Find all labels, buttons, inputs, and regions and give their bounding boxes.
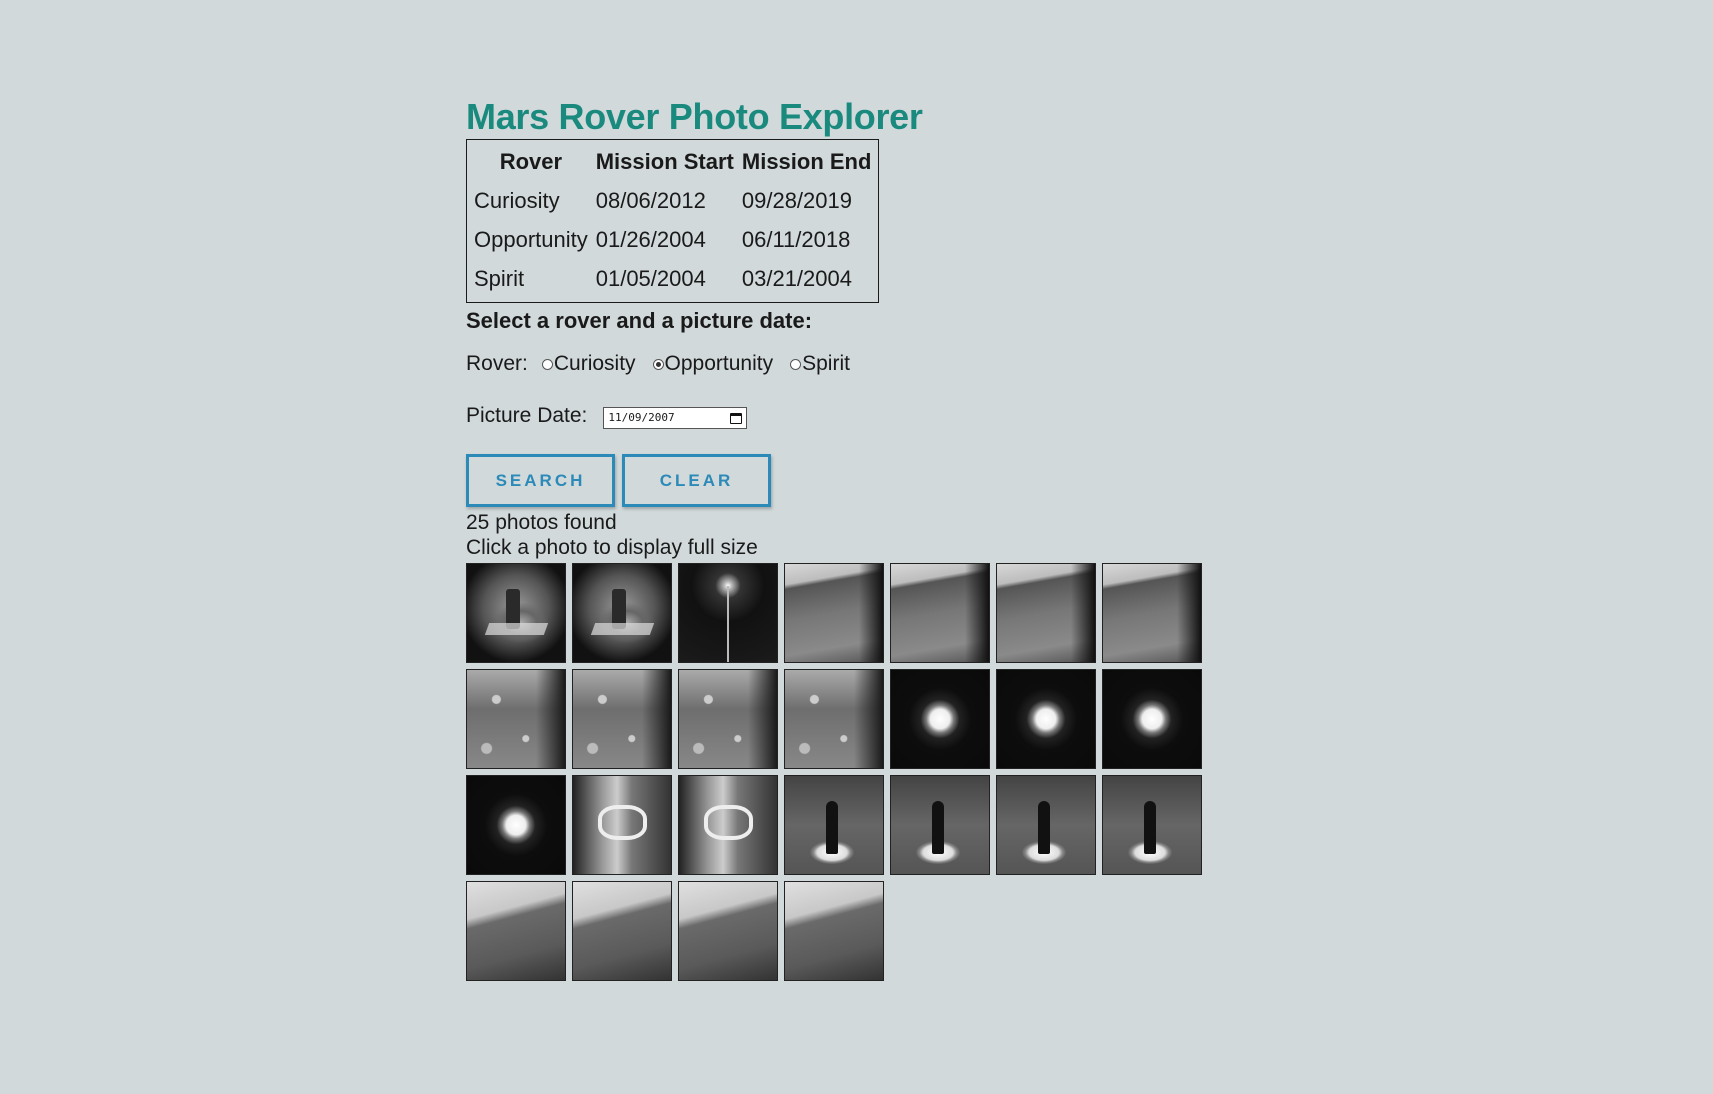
photo-thumbnail[interactable]: [1102, 563, 1202, 663]
mission-end-cell: 03/21/2004: [741, 265, 852, 291]
rover-option-spirit[interactable]: Spirit: [790, 351, 850, 377]
mission-start-cell: 01/26/2004: [595, 226, 706, 252]
photo-thumbnail[interactable]: [572, 881, 672, 981]
photo-thumbnail[interactable]: [784, 563, 884, 663]
date-value: 11/09/2007: [608, 411, 675, 424]
photo-thumbnail[interactable]: [890, 563, 990, 663]
mission-dates-table: Rover Mission Start Mission End Curiosit…: [466, 139, 880, 303]
table-row: Opportunity 01/26/2004 06/11/2018: [473, 220, 872, 259]
clear-button[interactable]: CLEAR: [622, 454, 771, 507]
photo-thumbnail[interactable]: [572, 563, 672, 663]
photo-thumbnail[interactable]: [890, 775, 990, 875]
photo-thumbnail[interactable]: [784, 775, 884, 875]
rover-option-label: Spirit: [802, 352, 850, 375]
form-prompt: Select a rover and a picture date:: [466, 308, 813, 333]
mission-start-cell: 08/06/2012: [595, 187, 706, 213]
radio-curiosity[interactable]: [541, 358, 553, 370]
photo-thumbnail[interactable]: [784, 669, 884, 769]
column-header-rover: Rover: [499, 148, 563, 174]
table-row: Curiosity 08/06/2012 09/28/2019: [473, 181, 872, 220]
rover-selector: Rover: Curiosity Opportunity Spirit: [466, 351, 1226, 377]
photo-thumbnail[interactable]: [466, 881, 566, 981]
photo-hint: Click a photo to display full size: [466, 536, 758, 559]
rover-name-cell: Opportunity: [474, 226, 588, 252]
photo-thumbnail[interactable]: [466, 669, 566, 769]
photo-thumbnail[interactable]: [678, 881, 778, 981]
calendar-icon[interactable]: [730, 412, 743, 424]
table-row: Spirit 01/05/2004 03/21/2004: [473, 259, 872, 298]
photo-thumbnail[interactable]: [466, 775, 566, 875]
rover-name-cell: Spirit: [474, 265, 525, 291]
radio-opportunity[interactable]: [652, 358, 664, 370]
photo-thumbnail[interactable]: [572, 775, 672, 875]
rover-option-opportunity[interactable]: Opportunity: [652, 351, 774, 377]
mission-end-cell: 06/11/2018: [741, 226, 851, 252]
search-button[interactable]: SEARCH: [466, 454, 615, 507]
mission-start-cell: 01/05/2004: [595, 265, 706, 291]
rover-option-label: Curiosity: [553, 352, 636, 375]
photo-thumbnail[interactable]: [996, 669, 1096, 769]
photo-thumbnail[interactable]: [996, 563, 1096, 663]
photo-thumbnail[interactable]: [678, 669, 778, 769]
table-header-row: Rover Mission Start Mission End: [473, 142, 872, 181]
rover-label: Rover:: [466, 352, 528, 375]
radio-spirit[interactable]: [790, 358, 802, 370]
rover-option-label: Opportunity: [664, 352, 774, 375]
photo-thumbnail[interactable]: [466, 563, 566, 663]
photo-thumbnail[interactable]: [572, 669, 672, 769]
photo-thumbnail[interactable]: [890, 669, 990, 769]
photo-thumbnail[interactable]: [678, 775, 778, 875]
photo-thumbnail[interactable]: [678, 563, 778, 663]
form-buttons: SEARCH CLEAR: [466, 454, 1226, 507]
photo-thumbnail[interactable]: [784, 881, 884, 981]
page-container: Mars Rover Photo Explorer Rover Mission …: [466, 95, 1226, 981]
mission-end-cell: 09/28/2019: [741, 187, 852, 213]
photo-thumbnail[interactable]: [1102, 669, 1202, 769]
rover-name-cell: Curiosity: [474, 187, 560, 213]
rover-option-curiosity[interactable]: Curiosity: [541, 351, 636, 377]
date-selector: Picture Date: 11/09/2007: [466, 403, 1226, 429]
photo-thumbnail[interactable]: [1102, 775, 1202, 875]
photo-grid: [466, 563, 1226, 981]
column-header-mission-start: Mission Start: [595, 148, 734, 174]
photo-thumbnail[interactable]: [996, 775, 1096, 875]
photo-count: 25 photos found: [466, 511, 617, 534]
column-header-mission-end: Mission End: [741, 148, 872, 174]
picture-date-input[interactable]: 11/09/2007: [603, 407, 748, 429]
picture-date-label: Picture Date:: [466, 404, 588, 427]
page-title: Mars Rover Photo Explorer: [466, 96, 923, 137]
